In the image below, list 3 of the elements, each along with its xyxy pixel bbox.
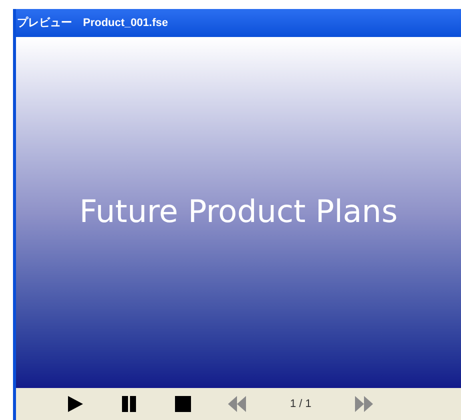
page-indicator: 1 / 1 bbox=[290, 396, 312, 412]
slide-title: Future Product Plans bbox=[79, 193, 398, 232]
window-title: プレビュー Product_001.fse bbox=[17, 16, 168, 31]
